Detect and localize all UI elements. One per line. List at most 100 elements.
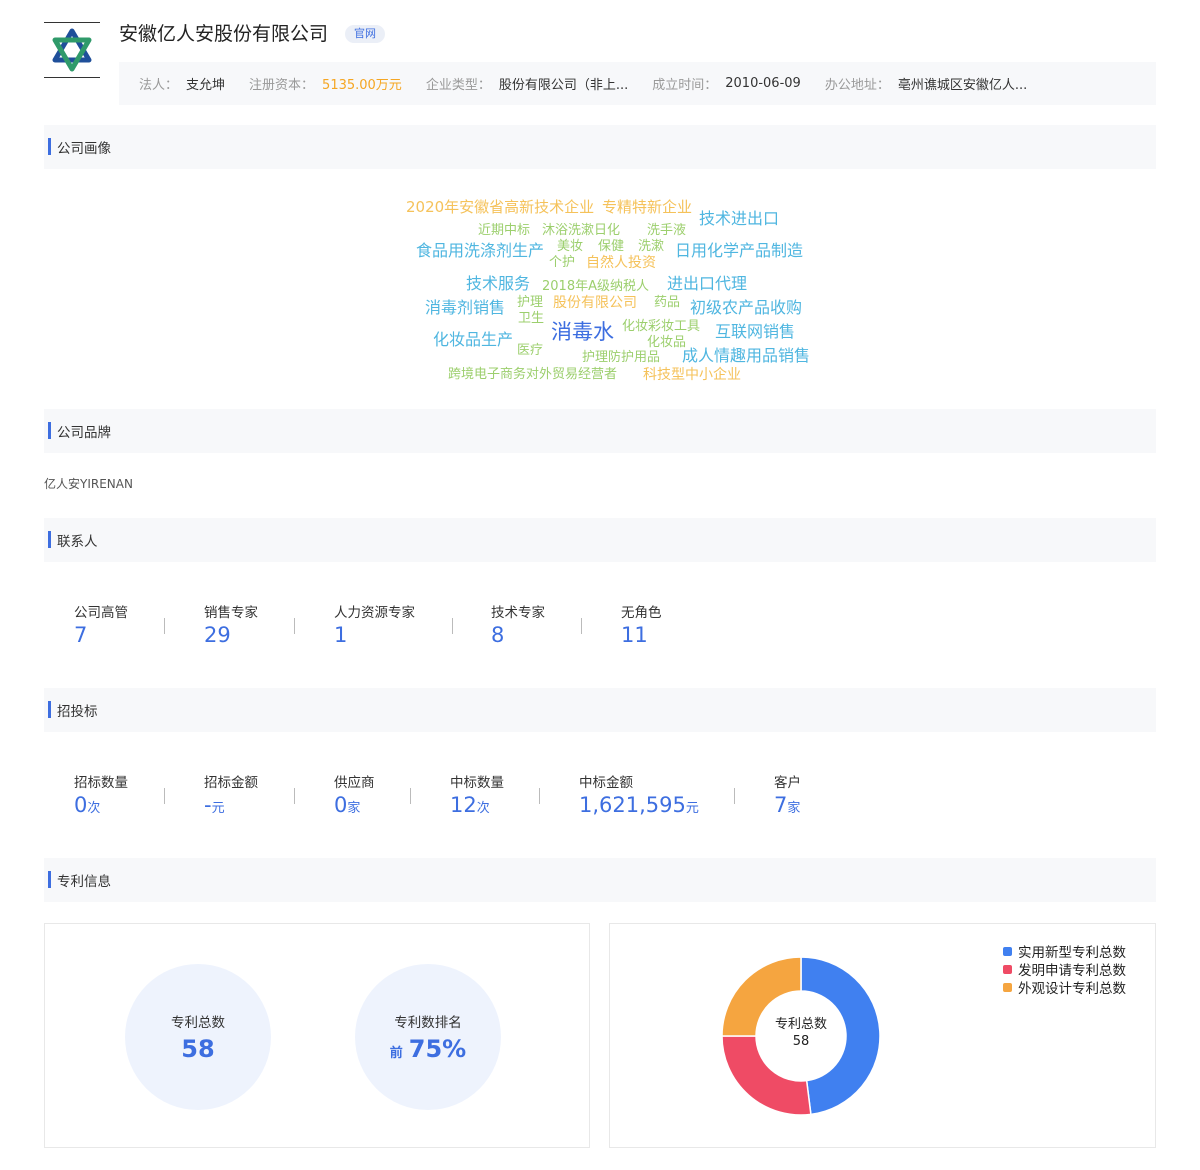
word-cloud-tag: 成人情趣用品销售 <box>682 346 811 365</box>
contact-stat-executives[interactable]: 公司高管 7 <box>74 601 128 647</box>
stat-value[interactable]: 29 <box>204 623 258 647</box>
info-value: 5135.00万元 <box>322 78 402 93</box>
bid-stat-tender-amount[interactable]: 招标金额 -元 <box>204 771 258 817</box>
stat-value[interactable]: 8 <box>491 623 545 647</box>
word-cloud-tag: 技术进出口 <box>699 209 780 228</box>
stat-number: 0 <box>74 793 88 817</box>
section-header-brand: 公司品牌 <box>44 409 1156 453</box>
contact-stat-sales[interactable]: 销售专家 29 <box>204 601 258 647</box>
patent-total-value: 58 <box>181 1035 215 1063</box>
word-cloud-tag: 药品 <box>654 295 681 310</box>
patent-rank-value: 前 75% <box>390 1035 466 1063</box>
word-cloud-tag: 护理 <box>517 295 544 310</box>
stat-value[interactable]: 7 <box>74 623 128 647</box>
stat-unit: 次 <box>476 801 490 816</box>
contact-stat-no-role[interactable]: 无角色 11 <box>621 601 662 647</box>
section-title: 公司画像 <box>57 141 111 157</box>
stat-value[interactable]: 1,621,595元 <box>579 793 699 817</box>
word-cloud-tag: 保健 <box>598 239 625 254</box>
stat-label: 中标金额 <box>579 775 633 791</box>
stat-value[interactable]: -元 <box>204 793 258 817</box>
company-info-bar: 法人： 支允坤 注册资本： 5135.00万元 企业类型： 股份有限公司（非上.… <box>119 62 1156 105</box>
word-cloud-tag: 化妆彩妆工具 <box>622 319 701 334</box>
legend-label: 外观设计专利总数 <box>1018 981 1126 997</box>
stat-value[interactable]: 0家 <box>334 793 375 817</box>
word-cloud-tag: 互联网销售 <box>715 322 796 341</box>
stat-label: 招标金额 <box>204 775 258 791</box>
stat-number: 1,621,595 <box>579 793 686 817</box>
stat-value[interactable]: 12次 <box>450 793 504 817</box>
stat-unit: 家 <box>787 801 801 816</box>
info-label: 法人： <box>139 78 179 93</box>
info-established-date: 成立时间： 2010-06-09 <box>652 74 801 93</box>
stat-number: 7 <box>774 793 788 817</box>
bid-stat-won-count[interactable]: 中标数量 12次 <box>450 771 504 817</box>
word-cloud-tag: 消毒剂销售 <box>425 298 506 317</box>
word-cloud-tag: 日用化学产品制造 <box>675 241 804 260</box>
donut-center: 专利总数 58 <box>751 1013 851 1049</box>
stat-divider <box>539 788 540 804</box>
word-cloud-tag: 2020年安徽省高新技术企业 <box>406 198 595 216</box>
patent-total-circle: 专利总数 58 <box>125 964 271 1110</box>
stat-label: 供应商 <box>334 775 375 791</box>
legend-dot <box>1003 964 1012 974</box>
stat-label: 公司高管 <box>74 605 128 621</box>
stat-value[interactable]: 0次 <box>74 793 128 817</box>
word-cloud-tag: 洗手液 <box>647 223 687 238</box>
patent-rank-prefix: 前 <box>389 1046 403 1061</box>
info-value[interactable]: 支允坤 <box>186 74 225 93</box>
bid-stat-suppliers[interactable]: 供应商 0家 <box>334 771 375 817</box>
word-cloud-tag: 个护 <box>549 255 576 270</box>
info-label: 办公地址： <box>824 78 890 93</box>
stat-number: - <box>204 793 212 817</box>
legend-dot <box>1003 946 1012 956</box>
info-label: 企业类型： <box>425 78 491 93</box>
word-cloud-tag: 护理防护用品 <box>582 350 661 365</box>
section-accent-bar <box>48 701 51 718</box>
bid-stat-clients[interactable]: 客户 7家 <box>774 771 801 817</box>
word-cloud-tag: 进出口代理 <box>667 274 748 293</box>
info-label: 成立时间： <box>652 78 718 93</box>
stat-label: 无角色 <box>621 605 662 621</box>
section-accent-bar <box>48 422 51 439</box>
patent-rank-number: 75% <box>408 1035 467 1063</box>
stat-value[interactable]: 1 <box>334 623 415 647</box>
contact-stat-hr[interactable]: 人力资源专家 1 <box>334 601 415 647</box>
legend-item-invention[interactable]: 发明申请专利总数 <box>1003 960 1126 979</box>
word-cloud-tag: 股份有限公司 <box>553 295 637 311</box>
word-cloud-tag: 消毒水 <box>551 320 614 344</box>
info-value: 亳州谯城区安徽亿人... <box>897 78 1028 93</box>
word-cloud-tag: 化妆品生产 <box>433 330 514 349</box>
stat-label: 客户 <box>774 775 801 791</box>
word-cloud-tag: 跨境电子商务对外贸易经营者 <box>448 367 618 382</box>
info-registered-capital: 注册资本： 5135.00万元 <box>249 74 402 93</box>
patent-summary-card: 专利总数 58 专利数排名 前 75% <box>44 923 590 1148</box>
patent-rank-label: 专利数排名 <box>394 1015 462 1031</box>
official-site-badge[interactable]: 官网 <box>345 25 385 43</box>
legend-dot <box>1003 982 1012 992</box>
company-logo-icon <box>52 28 92 72</box>
word-cloud-tag: 初级农产品收购 <box>690 298 803 317</box>
stat-divider <box>452 618 453 634</box>
stat-value[interactable]: 7家 <box>774 793 801 817</box>
stat-value[interactable]: 11 <box>621 623 662 647</box>
stat-unit: 元 <box>211 801 225 816</box>
stat-divider <box>294 618 295 634</box>
patent-rank-circle: 专利数排名 前 75% <box>355 964 501 1110</box>
stat-divider <box>410 788 411 804</box>
word-cloud-tag: 近期中标 <box>478 223 531 238</box>
word-cloud-tag: 科技型中小企业 <box>643 367 741 383</box>
bid-stat-won-amount[interactable]: 中标金额 1,621,595元 <box>579 771 699 817</box>
word-cloud-tag: 卫生 <box>518 311 545 326</box>
info-office-address: 办公地址： 亳州谯城区安徽亿人... <box>825 74 1027 93</box>
legend-item-utility[interactable]: 实用新型专利总数 <box>1003 942 1126 961</box>
donut-center-label: 专利总数 <box>774 1017 827 1032</box>
bid-stat-tender-count[interactable]: 招标数量 0次 <box>74 771 128 817</box>
word-cloud-tag: 自然人投资 <box>586 255 656 271</box>
brand-name: 亿人安YIRENAN <box>44 477 133 491</box>
word-cloud-tag: 医疗 <box>517 343 544 358</box>
stat-label: 销售专家 <box>204 605 258 621</box>
company-logo <box>44 22 100 78</box>
contact-stat-tech[interactable]: 技术专家 8 <box>491 601 545 647</box>
legend-item-design[interactable]: 外观设计专利总数 <box>1003 978 1126 997</box>
